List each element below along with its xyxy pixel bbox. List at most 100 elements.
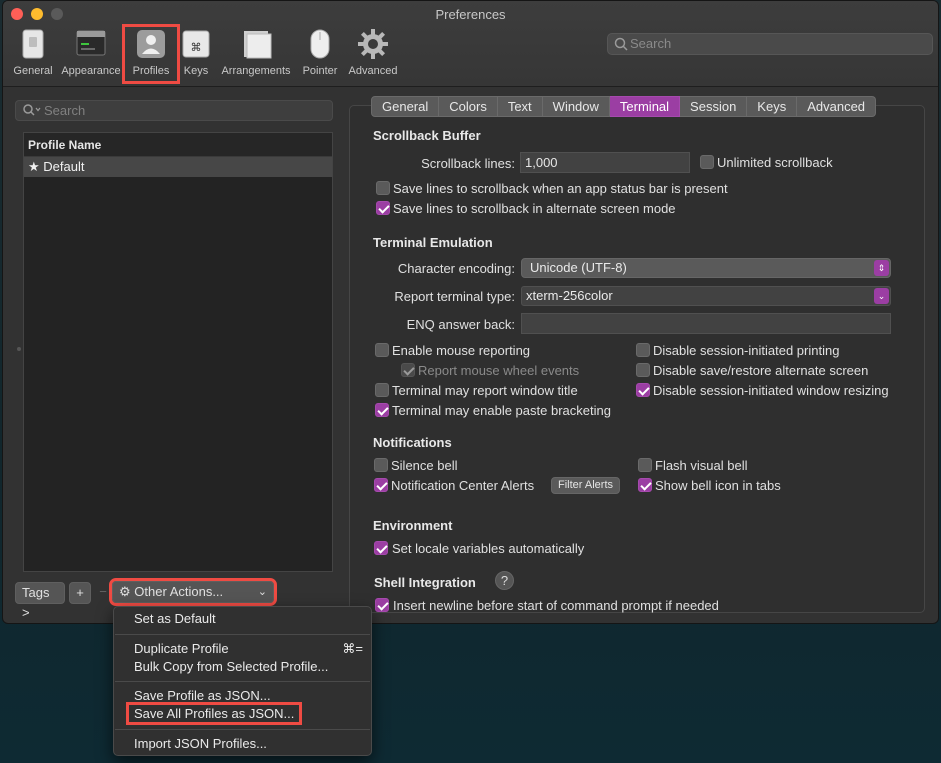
toolbar-keys[interactable]: ⌘ Keys <box>179 27 213 81</box>
toolbar-profiles[interactable]: Profiles <box>122 24 180 84</box>
keys-icon: ⌘ <box>182 30 210 58</box>
menu-set-as-default[interactable]: Set as Default <box>134 611 216 626</box>
pointer-icon <box>310 29 330 59</box>
flash-bell-checkbox[interactable] <box>638 458 652 472</box>
environment-section-title: Environment <box>373 518 453 533</box>
toolbar-pointer[interactable]: Pointer <box>297 27 343 81</box>
flash-bell-label: Flash visual bell <box>655 458 748 473</box>
tab-terminal[interactable]: Terminal <box>609 96 681 117</box>
preferences-search-placeholder: Search <box>630 36 672 51</box>
toolbar-pointer-label: Pointer <box>302 65 338 77</box>
profile-list: Profile Name ★ Default <box>23 132 333 572</box>
toolbar-general[interactable]: General <box>9 27 57 81</box>
menu-duplicate-profile[interactable]: Duplicate Profile <box>134 641 229 656</box>
silence-bell-checkbox[interactable] <box>374 458 388 472</box>
menu-save-profile-json[interactable]: Save Profile as JSON... <box>134 688 271 703</box>
report-type-value: xterm-256color <box>526 288 613 303</box>
toolbar-appearance-label: Appearance <box>61 65 121 77</box>
toolbar-arrangements-label: Arrangements <box>221 65 291 77</box>
enq-label: ENQ answer back: <box>406 317 515 332</box>
updown-arrows-icon: ⇕ <box>874 260 889 276</box>
menu-separator <box>115 729 370 730</box>
scrollback-lines-label: Scrollback lines: <box>421 156 515 171</box>
encoding-label: Character encoding: <box>397 261 515 276</box>
bell-icon-label: Show bell icon in tabs <box>655 478 781 493</box>
paste-bracketing-label: Terminal may enable paste bracketing <box>392 403 611 418</box>
toolbar-appearance[interactable]: Appearance <box>59 27 123 81</box>
general-icon <box>22 29 44 59</box>
status-bar-scrollback-checkbox[interactable] <box>376 181 390 195</box>
disable-alt-screen-label: Disable save/restore alternate screen <box>653 363 869 378</box>
report-window-title-label: Terminal may report window title <box>392 383 578 398</box>
report-type-label: Report terminal type: <box>394 289 515 304</box>
toolbar-advanced[interactable]: Advanced <box>345 27 401 81</box>
split-handle[interactable] <box>17 347 21 351</box>
arrangements-icon <box>244 31 272 59</box>
tags-button[interactable]: Tags > <box>15 582 65 620</box>
locale-checkbox[interactable] <box>374 541 388 555</box>
other-actions-menu: Set as Default Duplicate Profile ⌘= Bulk… <box>113 606 372 756</box>
mouse-reporting-checkbox[interactable] <box>375 343 389 357</box>
menu-save-all-profiles-json[interactable]: Save All Profiles as JSON... <box>125 702 303 725</box>
tab-keys[interactable]: Keys <box>747 96 798 117</box>
unlimited-scrollback-checkbox[interactable] <box>700 155 714 169</box>
disable-printing-checkbox[interactable] <box>636 343 650 357</box>
enq-field[interactable] <box>521 313 891 334</box>
report-type-combobox[interactable]: xterm-256color ⌄ <box>521 286 891 306</box>
disable-alt-screen-checkbox[interactable] <box>636 363 650 377</box>
menu-import-json-profiles[interactable]: Import JSON Profiles... <box>134 736 267 751</box>
tab-advanced[interactable]: Advanced <box>797 96 877 117</box>
disable-resizing-label: Disable session-initiated window resizin… <box>653 383 889 398</box>
gear-icon: ⚙ <box>119 584 131 599</box>
appearance-icon <box>76 30 106 56</box>
other-actions-button[interactable]: ⚙ Other Actions... ⌄ <box>109 578 277 606</box>
preferences-window: Preferences General Appearance Profiles … <box>2 0 939 624</box>
preferences-search-input[interactable]: Search <box>607 33 933 55</box>
help-button[interactable]: ? <box>495 571 514 590</box>
paste-bracketing-checkbox[interactable] <box>375 403 389 417</box>
unlimited-scrollback-label: Unlimited scrollback <box>717 155 833 170</box>
window-title: Preferences <box>435 7 506 22</box>
filter-alerts-button[interactable]: Filter Alerts <box>551 477 621 494</box>
toolbar-arrangements[interactable]: Arrangements <box>217 27 295 81</box>
alt-screen-scrollback-label: Save lines to scrollback in alternate sc… <box>393 201 676 216</box>
profile-list-header[interactable]: Profile Name <box>24 133 332 157</box>
scrollback-lines-field[interactable]: 1,000 <box>520 152 690 173</box>
profile-search-input[interactable]: Search <box>15 100 333 121</box>
tab-session[interactable]: Session <box>680 96 748 117</box>
locale-label: Set locale variables automatically <box>392 541 585 556</box>
tab-text[interactable]: Text <box>497 96 543 117</box>
wheel-events-checkbox[interactable] <box>401 363 415 377</box>
nc-alerts-checkbox[interactable] <box>374 478 388 492</box>
menu-bulk-copy[interactable]: Bulk Copy from Selected Profile... <box>134 659 328 674</box>
other-actions-label: Other Actions... <box>134 584 224 599</box>
menu-duplicate-shortcut: ⌘= <box>342 641 363 656</box>
bell-icon-checkbox[interactable] <box>638 478 652 492</box>
insert-newline-label: Insert newline before start of command p… <box>393 598 719 613</box>
chevron-down-icon: ⌄ <box>874 288 889 304</box>
profile-tabs: General Colors Text Window Terminal Sess… <box>371 96 877 117</box>
nc-alerts-label: Notification Center Alerts <box>391 478 535 493</box>
scrollback-section-title: Scrollback Buffer <box>373 128 481 143</box>
profile-row-default[interactable]: ★ Default <box>24 157 332 177</box>
tab-general[interactable]: General <box>371 96 440 117</box>
titlebar: Preferences General Appearance Profiles … <box>3 1 938 87</box>
toolbar-advanced-label: Advanced <box>348 65 398 77</box>
star-icon: ★ <box>28 159 40 174</box>
encoding-select[interactable]: Unicode (UTF-8) ⇕ <box>521 258 891 278</box>
disable-resizing-checkbox[interactable] <box>636 383 650 397</box>
add-profile-button[interactable]: + <box>69 582 91 604</box>
status-bar-scrollback-label: Save lines to scrollback when an app sta… <box>393 181 728 196</box>
tab-window[interactable]: Window <box>542 96 610 117</box>
search-icon <box>614 37 628 51</box>
profiles-icon <box>137 30 165 58</box>
report-window-title-checkbox[interactable] <box>375 383 389 397</box>
tab-colors[interactable]: Colors <box>439 96 498 117</box>
menu-separator <box>115 681 370 682</box>
insert-newline-checkbox[interactable] <box>375 598 389 612</box>
alt-screen-scrollback-checkbox[interactable] <box>376 201 390 215</box>
encoding-value: Unicode (UTF-8) <box>530 260 627 275</box>
remove-profile-button[interactable]: − <box>96 582 110 604</box>
search-icon <box>23 104 41 116</box>
toolbar-general-label: General <box>13 65 53 77</box>
